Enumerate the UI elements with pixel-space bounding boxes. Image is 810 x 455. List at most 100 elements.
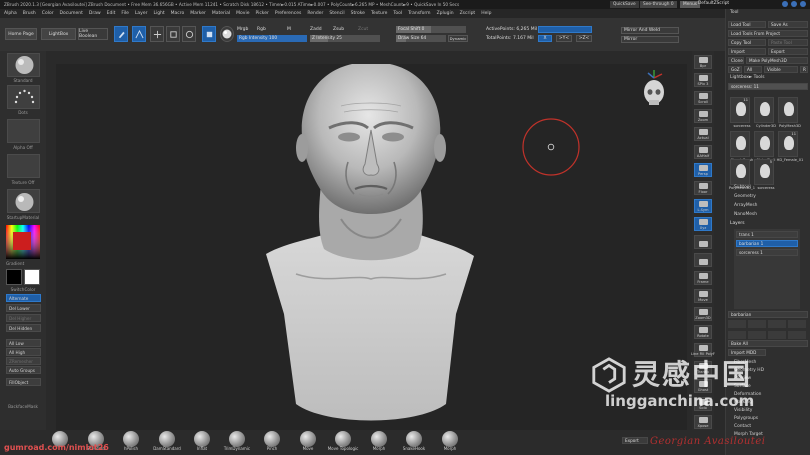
tool-thumbnail[interactable]: Cylinder3D (754, 97, 776, 128)
layer-item[interactable]: sorceress 1 (736, 249, 798, 256)
menu-stroke[interactable]: Stroke (351, 11, 365, 16)
all-low-button[interactable]: All Low (6, 339, 41, 347)
z-symmetry-button[interactable]: >Z< (576, 35, 592, 42)
material-thumbnail[interactable] (7, 189, 40, 213)
r-button[interactable]: R (800, 66, 808, 73)
view-button-bpr[interactable]: Bpr (694, 55, 712, 69)
live-boolean-button[interactable]: Live Boolean (78, 28, 108, 40)
tool-thumbnail[interactable]: 11 HD_Female_01 (777, 131, 803, 162)
navigation-skull-icon[interactable] (640, 68, 668, 112)
menu-material[interactable]: Material (212, 11, 230, 16)
home-page-button[interactable]: Home Page (5, 28, 37, 40)
visible-button[interactable]: Visible (764, 66, 798, 73)
color-picker[interactable] (6, 225, 40, 259)
mirror-button[interactable]: Mirror (621, 36, 679, 43)
texture-thumbnail[interactable] (7, 154, 40, 178)
menu-zplugin[interactable]: Zplugin (437, 11, 454, 16)
zremesher-button[interactable]: ZRemesher (6, 357, 41, 365)
menu-file[interactable]: File (121, 11, 129, 16)
load-tools-from-project-button[interactable]: Load Tools From Project (728, 30, 808, 37)
backface-mask-button[interactable]: BackfaceMask (0, 404, 46, 409)
layer-copy-icon[interactable] (768, 331, 786, 339)
view-button-l-sym[interactable]: L.Sym (694, 199, 712, 213)
alpha-thumbnail[interactable] (7, 119, 40, 143)
stroke-thumbnail[interactable] (7, 85, 40, 109)
zcut-button[interactable]: Zcut (358, 27, 368, 32)
export-bottom-button[interactable]: Export (622, 437, 648, 444)
maximize-icon[interactable] (791, 1, 797, 7)
view-button-frame[interactable]: Frame (694, 271, 712, 285)
view-button-xyz[interactable]: Xyz (694, 217, 712, 231)
menu-render[interactable]: Render (307, 11, 323, 16)
x-symmetry-button[interactable]: X (538, 35, 552, 42)
menu-help[interactable]: Help (481, 11, 491, 16)
view-button-spix-3[interactable]: SPix 3 (694, 73, 712, 87)
menu-transform[interactable]: Transform (408, 11, 430, 16)
menu-color[interactable]: Color (42, 11, 54, 16)
tool-panel-title[interactable]: Tool (730, 10, 739, 15)
close-icon[interactable] (800, 1, 806, 7)
menu-alpha[interactable]: Alpha (4, 11, 17, 16)
layer-merge-icon[interactable] (748, 331, 766, 339)
zsub-button[interactable]: Zsub (333, 27, 344, 32)
rgb-intensity-slider[interactable]: Rgb Intensity 100 (237, 35, 307, 42)
material-sphere-button[interactable] (220, 26, 234, 42)
view-button-persp[interactable]: Persp (694, 163, 712, 177)
save-as-button[interactable]: Save As (768, 21, 808, 28)
dynamic-button[interactable]: Dynamic (448, 35, 468, 42)
see-through-slider[interactable]: See-through 0 (640, 1, 677, 8)
tool-thumbnail[interactable]: PolyMesh3D_1 (729, 159, 755, 190)
m-button[interactable]: M (287, 27, 291, 32)
arraymesh-section[interactable]: ArrayMesh (734, 203, 757, 208)
z-intensity-slider[interactable]: Z Intensity 25 (310, 35, 380, 42)
layer-delete-icon[interactable] (768, 320, 786, 328)
export-button[interactable]: Export (768, 48, 808, 55)
polygroups-section[interactable]: Polygroups (734, 416, 758, 421)
view-button-rotate[interactable]: Rotate (694, 325, 712, 339)
transpose-button[interactable] (202, 26, 216, 42)
bake-all-button[interactable]: Bake All (728, 340, 808, 347)
menu-texture[interactable]: Texture (371, 11, 387, 16)
layer-split-icon[interactable] (728, 331, 746, 339)
layer-item[interactable]: trans 1 (736, 231, 798, 238)
menu-macro[interactable]: Macro (171, 11, 185, 16)
tool-thumbnail[interactable]: 5 sorceress (754, 159, 775, 190)
draw-button[interactable] (132, 26, 146, 42)
quicksave-button[interactable]: QuickSave (610, 1, 639, 8)
layer-item[interactable]: barbarian 1 (736, 240, 798, 247)
menu-picker[interactable]: Picker (255, 11, 268, 16)
del-hidden-button[interactable]: Del Hidden (6, 324, 41, 332)
menu-stencil[interactable]: Stencil (329, 11, 344, 16)
del-higher-button[interactable]: Del Higher (6, 314, 41, 322)
layer-new-icon[interactable] (788, 320, 806, 328)
view-button-actual[interactable]: Actual (694, 127, 712, 141)
move-button[interactable] (150, 26, 164, 42)
menu-movie[interactable]: Movie (236, 11, 249, 16)
view-button-blank-10[interactable] (694, 235, 712, 249)
view-button-aahalf[interactable]: AAHalf (694, 145, 712, 159)
geometry-section[interactable]: Geometry (734, 194, 756, 199)
menu-light[interactable]: Light (153, 11, 164, 16)
rotate-button[interactable] (182, 26, 196, 42)
menu-document[interactable]: Document (60, 11, 83, 16)
mirror-and-weld-button[interactable]: Mirror And Weld (621, 27, 679, 34)
menu-preferences[interactable]: Preferences (275, 11, 301, 16)
zadd-button[interactable]: Zadd (310, 27, 322, 32)
switch-color-label[interactable]: SwitchColor (0, 287, 46, 292)
tool-thumbnail[interactable]: Male_Skull (754, 131, 775, 162)
layer-name-field[interactable]: barbarian (728, 311, 808, 318)
import-button[interactable]: Import (728, 48, 766, 55)
nanomesh-section[interactable]: NanoMesh (734, 212, 757, 217)
clone-button[interactable]: Clone (728, 57, 744, 64)
edit-button[interactable] (114, 26, 128, 42)
view-button-zoom[interactable]: Zoom (694, 109, 712, 123)
layers-section[interactable]: Layers (730, 221, 745, 226)
layer-paste-icon[interactable] (788, 331, 806, 339)
load-tool-button[interactable]: Load Tool (728, 21, 766, 28)
lightbox-button[interactable]: LightBox (41, 28, 76, 40)
default-zscript-button[interactable]: DefaultZScript (698, 1, 729, 6)
sculptris-pro-button[interactable] (538, 26, 592, 33)
menu-tool[interactable]: Tool (393, 11, 402, 16)
menu-draw[interactable]: Draw (89, 11, 101, 16)
focal-shift-slider[interactable]: Focal Shift 0 (396, 26, 466, 33)
